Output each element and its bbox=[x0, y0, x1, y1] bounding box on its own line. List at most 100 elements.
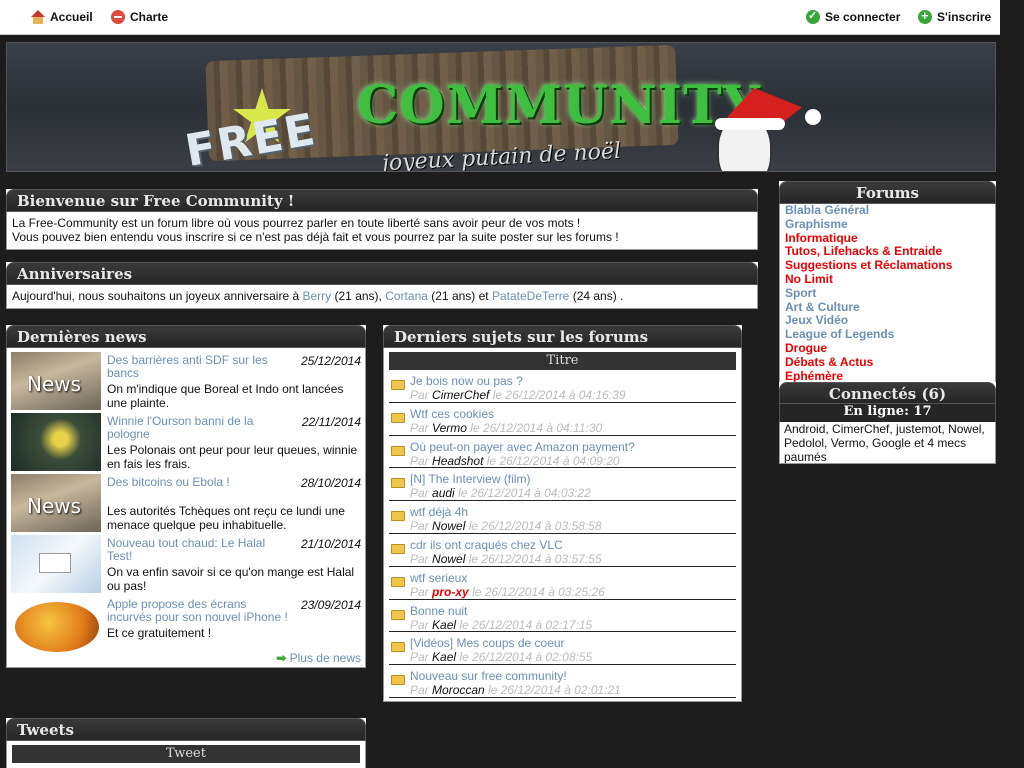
news-item: Apple propose des écrans incurvés pour s… bbox=[11, 595, 361, 656]
topic-author-link[interactable]: Nowel bbox=[432, 552, 465, 566]
forum-category-link[interactable]: Tutos, Lifehacks & Entraide bbox=[785, 245, 990, 259]
forum-category-link[interactable]: Sport bbox=[785, 286, 990, 301]
news-item: News Des bitcoins ou Ebola ! 28/10/2014 … bbox=[11, 473, 361, 534]
topic-author-link[interactable]: CimerChef bbox=[432, 388, 489, 402]
santa-hat-band bbox=[715, 118, 785, 130]
folder-icon bbox=[391, 445, 405, 456]
forum-category-link[interactable]: No Limit bbox=[785, 272, 990, 287]
topic-by-label: Par bbox=[410, 420, 429, 435]
latest-topics-title: Derniers sujets sur les forums bbox=[383, 325, 742, 348]
topic-meta: Par Kael le 26/12/2014 à 02:08:55 bbox=[410, 650, 592, 664]
topic-title-link[interactable]: Je bois now ou pas ? bbox=[410, 374, 523, 388]
topic-title-link[interactable]: cdr ils ont craqués chez VLC bbox=[410, 538, 563, 552]
online-count: En ligne: 17 bbox=[779, 404, 996, 422]
tweets-column-header: Tweet bbox=[12, 745, 360, 763]
topic-title-link[interactable]: wtf serieux bbox=[410, 571, 467, 585]
forum-category-link[interactable]: Graphisme bbox=[785, 217, 990, 232]
news-thumbnail-cat[interactable]: News bbox=[11, 352, 101, 410]
folder-icon bbox=[391, 511, 405, 522]
connected-user-list: Android, CimerChef, justemot, Nowel, Ped… bbox=[779, 422, 996, 464]
banner-logo-community: COMMUNITY bbox=[357, 75, 761, 136]
welcome-body: La Free-Community est un forum libre où … bbox=[6, 212, 758, 250]
connected-title: Connectés (6) bbox=[779, 382, 996, 404]
topic-title-link[interactable]: Bonne nuit bbox=[410, 604, 467, 618]
plus-circle-icon bbox=[918, 8, 932, 24]
connected-users-panel: Connectés (6) En ligne: 17 Android, Cime… bbox=[779, 382, 996, 464]
birthday-user-link[interactable]: PatateDeTerre bbox=[492, 289, 569, 303]
topic-row: wtf déjà 4h Par Nowel le 26/12/2014 à 03:… bbox=[389, 501, 736, 534]
login-link[interactable]: Se connecter bbox=[806, 9, 900, 24]
forum-category-link[interactable]: League of Legends bbox=[785, 327, 990, 342]
topic-row: Wtf ces cookies Par Vermo le 26/12/2014 à… bbox=[389, 403, 736, 436]
banner-logo-free: FREE bbox=[181, 103, 321, 172]
nav-home-link[interactable]: Accueil bbox=[31, 10, 93, 24]
topic-title-link[interactable]: wtf déjà 4h bbox=[410, 505, 468, 519]
topic-title-link[interactable]: Où peut-on payer avec Amazon payment? bbox=[410, 440, 635, 454]
forums-title: Forums bbox=[779, 181, 996, 204]
topic-meta: Par Nowel le 26/12/2014 à 03:58:58 bbox=[410, 519, 602, 533]
anniversaries-body: Aujourd'hui, nous souhaitons un joyeux a… bbox=[6, 285, 758, 309]
news-title-link[interactable]: Des bitcoins ou Ebola ! bbox=[107, 476, 292, 489]
topic-row: Je bois now ou pas ? Par CimerChef le 26/… bbox=[389, 370, 736, 403]
register-link[interactable]: S'inscrire bbox=[918, 8, 991, 24]
topic-by-label: Par bbox=[410, 683, 429, 698]
folder-icon bbox=[391, 576, 405, 587]
news-thumbnail-apple[interactable] bbox=[11, 596, 101, 654]
topic-author-link[interactable]: Moroccan bbox=[432, 683, 485, 697]
news-description: On va enfin savoir si ce qu'on mange est… bbox=[107, 565, 355, 593]
topic-row: [N] The Interview (film) Par audi le 26/1… bbox=[389, 468, 736, 502]
news-title-link[interactable]: Nouveau tout chaud: Le Halal Test! bbox=[107, 537, 292, 563]
news-description: Et ce gratuitement ! bbox=[107, 626, 212, 640]
news-title-link[interactable]: Winnie l'Ourson banni de la pologne bbox=[107, 415, 292, 441]
topic-author-link[interactable]: Kael bbox=[432, 650, 456, 664]
home-icon bbox=[31, 10, 45, 24]
forum-list: Blabla Général Graphisme Informatique Tutos… bbox=[779, 204, 996, 404]
forum-category-link[interactable]: Informatique bbox=[785, 231, 990, 246]
forum-category-link[interactable]: Drogue bbox=[785, 341, 990, 356]
forum-category-link[interactable]: Blabla Général bbox=[785, 204, 990, 218]
topic-author-link[interactable]: Vermo bbox=[432, 421, 467, 435]
topic-list: Je bois now ou pas ? Par CimerChef le 26/… bbox=[389, 370, 736, 698]
news-thumbnail-halal-test[interactable] bbox=[11, 535, 101, 593]
nav-charter-link[interactable]: Charte bbox=[111, 10, 168, 24]
topic-meta: Par Moroccan le 26/12/2014 à 02:01:21 bbox=[410, 683, 621, 697]
site-banner[interactable]: FREE COMMUNITY joyeux putain de noël bbox=[6, 42, 996, 172]
news-date: 25/12/2014 bbox=[300, 354, 361, 368]
topic-author-link[interactable]: audi bbox=[432, 486, 455, 500]
news-thumbnail-cat[interactable]: News bbox=[11, 474, 101, 532]
topic-title-link[interactable]: [N] The Interview (film) bbox=[410, 472, 530, 486]
forum-category-link[interactable]: Débats & Actus bbox=[785, 355, 990, 370]
folder-icon bbox=[391, 675, 405, 686]
topic-title-link[interactable]: Nouveau sur free community! bbox=[410, 669, 567, 683]
forum-category-link[interactable]: Art & Culture bbox=[785, 300, 990, 315]
topic-author-link[interactable]: pro-xy bbox=[432, 585, 469, 599]
news-date: 21/10/2014 bbox=[300, 537, 361, 551]
birthday-user-link[interactable]: Berry bbox=[303, 289, 332, 303]
topic-author-link[interactable]: Kael bbox=[432, 618, 456, 632]
topic-title-link[interactable]: Wtf ces cookies bbox=[410, 407, 494, 421]
anniversaries-title: Anniversaires bbox=[6, 262, 758, 285]
news-date: 28/10/2014 bbox=[300, 476, 361, 490]
tweets-title: Tweets bbox=[6, 718, 366, 741]
forum-category-link[interactable]: Suggestions et Réclamations bbox=[785, 258, 990, 273]
news-title-link[interactable]: Des barrières anti SDF sur les bancs bbox=[107, 354, 292, 380]
santa-hat-pompom bbox=[805, 109, 821, 125]
topic-date: le 26/12/2014 à 04:03:22 bbox=[458, 486, 591, 501]
topic-date: le 26/12/2014 à 04:09:20 bbox=[486, 453, 620, 468]
news-thumbnail-winnie[interactable] bbox=[11, 413, 101, 471]
device-shape bbox=[39, 553, 71, 573]
news-title-link[interactable]: Apple propose des écrans incurvés pour s… bbox=[107, 598, 292, 624]
topic-row: cdr ils ont craqués chez VLC Par Nowel le… bbox=[389, 534, 736, 567]
topic-author-link[interactable]: Nowel bbox=[432, 519, 465, 533]
topic-date: le 26/12/2014 à 03:58:58 bbox=[468, 519, 602, 534]
folder-icon bbox=[391, 412, 405, 423]
topic-author-link[interactable]: Headshot bbox=[432, 454, 483, 468]
topic-meta: Par Nowel le 26/12/2014 à 03:57:55 bbox=[410, 552, 602, 566]
news-description: Les Polonais ont peur pour leur queues, … bbox=[107, 443, 358, 471]
topic-title-link[interactable]: [Vidéos] Mes coups de coeur bbox=[410, 636, 565, 650]
news-item: Winnie l'Ourson banni de la pologne 22/1… bbox=[11, 412, 361, 473]
forum-category-link[interactable]: Jeux Vidéo bbox=[785, 314, 990, 328]
more-news-link[interactable]: ➡ Plus de news bbox=[276, 651, 361, 665]
topic-row: wtf serieux Par pro-xy le 26/12/2014 à 03… bbox=[389, 567, 736, 600]
birthday-user-link[interactable]: Cortana bbox=[385, 289, 428, 303]
